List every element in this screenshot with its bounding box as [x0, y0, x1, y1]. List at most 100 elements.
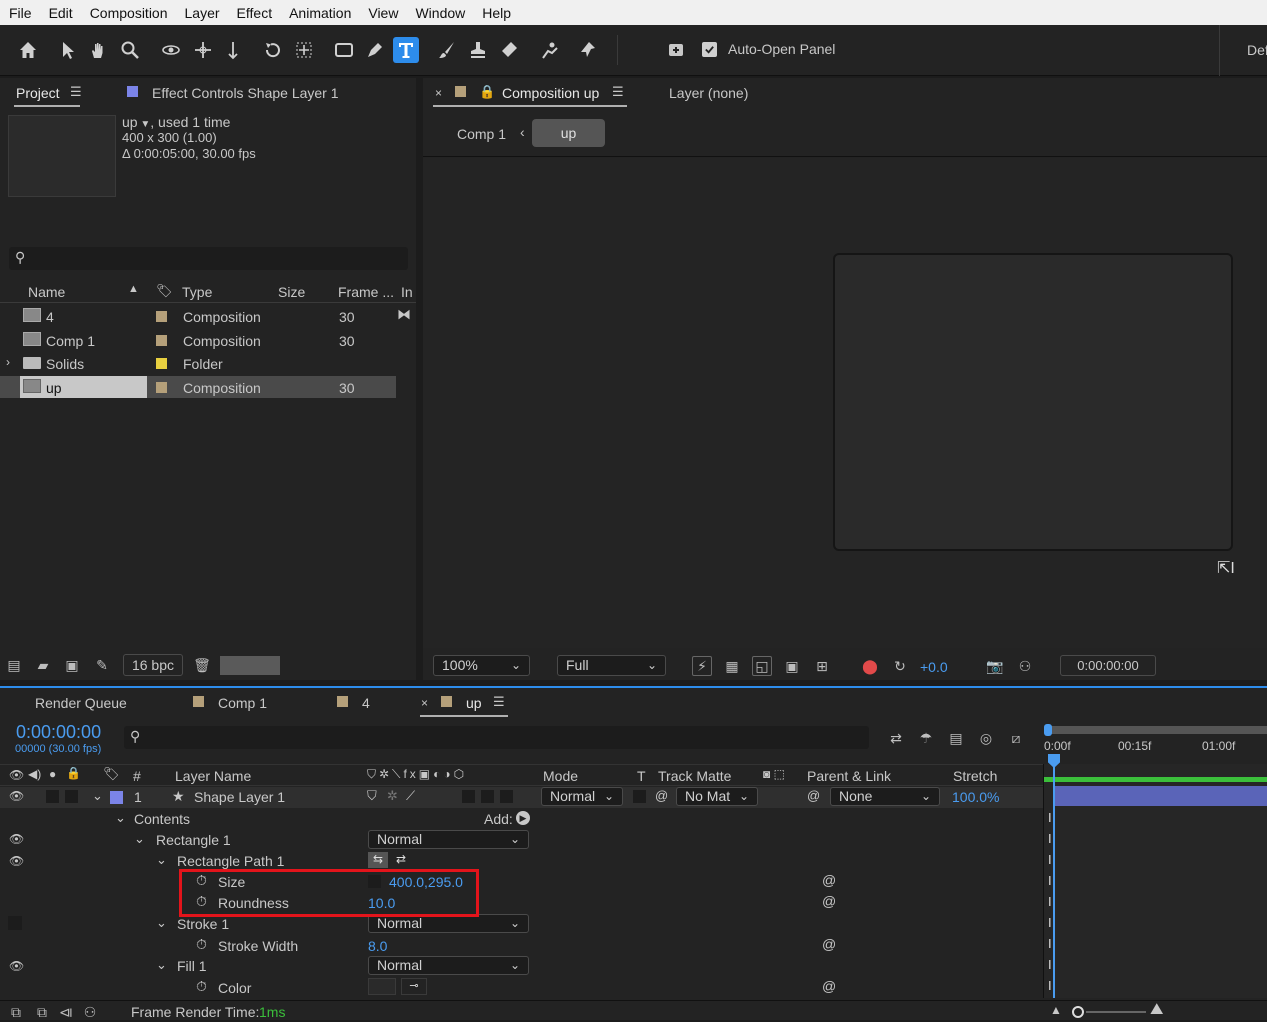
zoom-slider-handle[interactable] [1072, 1006, 1084, 1018]
modes-toggle-icon[interactable]: ⧉ [32, 1002, 52, 1022]
pick-whip-icon[interactable]: @ [655, 788, 668, 803]
tab-composition[interactable]: Composition up [502, 85, 599, 101]
sort-ascending-icon[interactable]: ▲ [128, 283, 139, 295]
3d-layer-switch[interactable] [500, 790, 513, 803]
project-scroll[interactable] [220, 656, 280, 675]
preserve-transparency-toggle[interactable] [633, 790, 646, 803]
menu-file[interactable]: File [0, 5, 40, 21]
tab-comp4[interactable]: 4 [362, 695, 370, 711]
hand-icon[interactable] [85, 37, 111, 63]
chevron-down-icon[interactable]: ⌄ [156, 852, 167, 868]
flowchart-icon[interactable]: ⧓ [397, 306, 411, 323]
column-frame[interactable]: Frame ... [338, 284, 394, 300]
lock-toggle[interactable] [65, 790, 78, 803]
label-tag-icon[interactable]: 🏷 [156, 283, 173, 299]
anchor-icon[interactable] [291, 37, 317, 63]
snapshot-camera-icon[interactable]: 📷 [985, 656, 1005, 676]
rotate-icon[interactable] [260, 37, 286, 63]
tab-render-queue[interactable]: Render Queue [35, 695, 127, 711]
project-settings-icon[interactable]: ✎ [92, 655, 112, 675]
fill-group-label[interactable]: Fill 1 [177, 958, 207, 974]
new-composition-icon[interactable]: ▣ [62, 655, 82, 675]
breadcrumb-comp1[interactable]: Comp 1 [457, 126, 506, 142]
puppet-icon[interactable] [575, 37, 601, 63]
current-time-display[interactable]: 0:00:00:00 [1060, 655, 1156, 676]
solo-icon[interactable]: ● [49, 767, 56, 781]
zoom-in-mountain-icon[interactable]: ⛰ [1150, 1001, 1163, 1019]
layer-duration-bar[interactable] [1054, 786, 1267, 806]
fill-blend-mode-dropdown[interactable]: Normal ⌄ [368, 956, 529, 975]
tab-project[interactable]: Project [16, 85, 60, 101]
layer-name[interactable]: Shape Layer 1 [194, 789, 285, 805]
menu-effect[interactable]: Effect [228, 5, 281, 21]
chevron-down-icon[interactable]: ⌄ [134, 831, 145, 847]
stopwatch-icon[interactable]: ⏱ [196, 978, 207, 995]
track-matte-dropdown[interactable]: No Mat ⌄ [676, 787, 758, 806]
orbit-icon[interactable] [158, 37, 184, 63]
rectangle-icon[interactable] [331, 37, 357, 63]
region-of-interest-icon[interactable]: ▣ [782, 656, 802, 676]
column-in[interactable]: In [401, 284, 413, 300]
visibility-eye-icon[interactable]: 👁 [9, 789, 24, 803]
stamp-icon[interactable] [465, 37, 491, 63]
layer-switches-toggle-icon[interactable]: ⧉ [6, 1002, 26, 1022]
bpc-button[interactable]: 16 bpc [123, 654, 183, 676]
composition-flowchart-icon[interactable]: ⇄ [886, 728, 906, 748]
transparency-grid-icon[interactable]: ▦ [722, 656, 742, 676]
expression-pick-whip-icon[interactable]: @ [822, 978, 836, 994]
zoom-dropdown[interactable]: 100% ⌄ [433, 655, 530, 676]
timeline-timecode[interactable]: 0:00:00:00 [16, 722, 101, 743]
grid-guides-icon[interactable]: ⊞ [812, 656, 832, 676]
work-area-start[interactable] [1044, 724, 1052, 736]
layer-row[interactable]: 👁 ⌄ 1 ★ Shape Layer 1 ⛉ ✲ ⟋ Normal ⌄ @ No… [0, 787, 1043, 808]
visibility-eye-icon[interactable]: 👁 [9, 832, 24, 846]
color-swatch[interactable] [368, 978, 396, 995]
color-channels-icon[interactable]: ⬤ [860, 656, 880, 676]
solo-toggle[interactable] [46, 790, 59, 803]
chevron-down-icon[interactable]: ⌄ [156, 915, 167, 931]
type-icon[interactable] [393, 37, 419, 63]
menu-edit[interactable]: Edit [40, 5, 81, 21]
shy-switch-icon[interactable]: ⛉ [367, 788, 377, 804]
resolution-dropdown[interactable]: Full ⌄ [557, 655, 666, 676]
column-layer-name[interactable]: Layer Name [175, 768, 251, 784]
graph-editor-icon[interactable]: ⧄ [1006, 728, 1026, 748]
pan-icon[interactable] [190, 37, 216, 63]
add-play-icon[interactable]: ▶ [516, 811, 530, 825]
motion-blur-icon[interactable]: ◎ [976, 728, 996, 748]
menu-composition[interactable]: Composition [81, 5, 176, 21]
parent-dropdown[interactable]: None ⌄ [830, 787, 940, 806]
column-size[interactable]: Size [278, 284, 305, 300]
mask-visibility-icon[interactable]: ◱ [752, 656, 772, 676]
home-icon[interactable] [15, 37, 41, 63]
auto-open-checkbox[interactable] [702, 42, 717, 57]
menu-animation[interactable]: Animation [280, 5, 359, 21]
zoom-icon[interactable] [117, 37, 143, 63]
zoom-out-mountain-icon[interactable]: ▲ [1050, 1003, 1062, 1017]
lock-icon[interactable]: 🔒 [479, 84, 495, 100]
workspace-label[interactable]: Def [1247, 42, 1267, 58]
parent-pick-whip-icon[interactable]: @ [807, 788, 820, 803]
menu-window[interactable]: Window [406, 5, 473, 21]
exposure-value[interactable]: +0.0 [920, 659, 948, 675]
roto-icon[interactable] [537, 37, 563, 63]
tab-layer[interactable]: Layer (none) [669, 85, 748, 101]
project-item-selected[interactable]: up Composition 30 [0, 376, 396, 398]
current-time-indicator[interactable] [1053, 764, 1055, 998]
close-tab-icon[interactable]: × [421, 696, 428, 710]
render-time-toggle-icon[interactable]: ⚇ [80, 1002, 100, 1022]
tab-effect-controls[interactable]: Effect Controls Shape Layer 1 [152, 85, 339, 101]
tab-up[interactable]: up [466, 695, 482, 711]
in-out-toggle-icon[interactable]: ⧏ [56, 1002, 76, 1022]
work-area-bar[interactable] [1047, 726, 1267, 734]
layer-mode-dropdown[interactable]: Normal ⌄ [541, 787, 623, 806]
effect-switch[interactable] [462, 790, 475, 803]
new-folder-icon[interactable]: ▰ [33, 655, 53, 675]
visibility-eye-icon[interactable]: 👁 [9, 959, 24, 973]
video-eye-icon[interactable]: 👁 [9, 768, 24, 782]
timeline-graph-area[interactable]: IIIIIIIII [1043, 754, 1267, 998]
rectangle-blend-mode-dropdown[interactable]: Normal ⌄ [368, 830, 529, 849]
selection-icon[interactable] [55, 37, 81, 63]
comp-viewer[interactable]: ⇱I [423, 158, 1267, 648]
layer-label-color[interactable] [110, 791, 123, 804]
